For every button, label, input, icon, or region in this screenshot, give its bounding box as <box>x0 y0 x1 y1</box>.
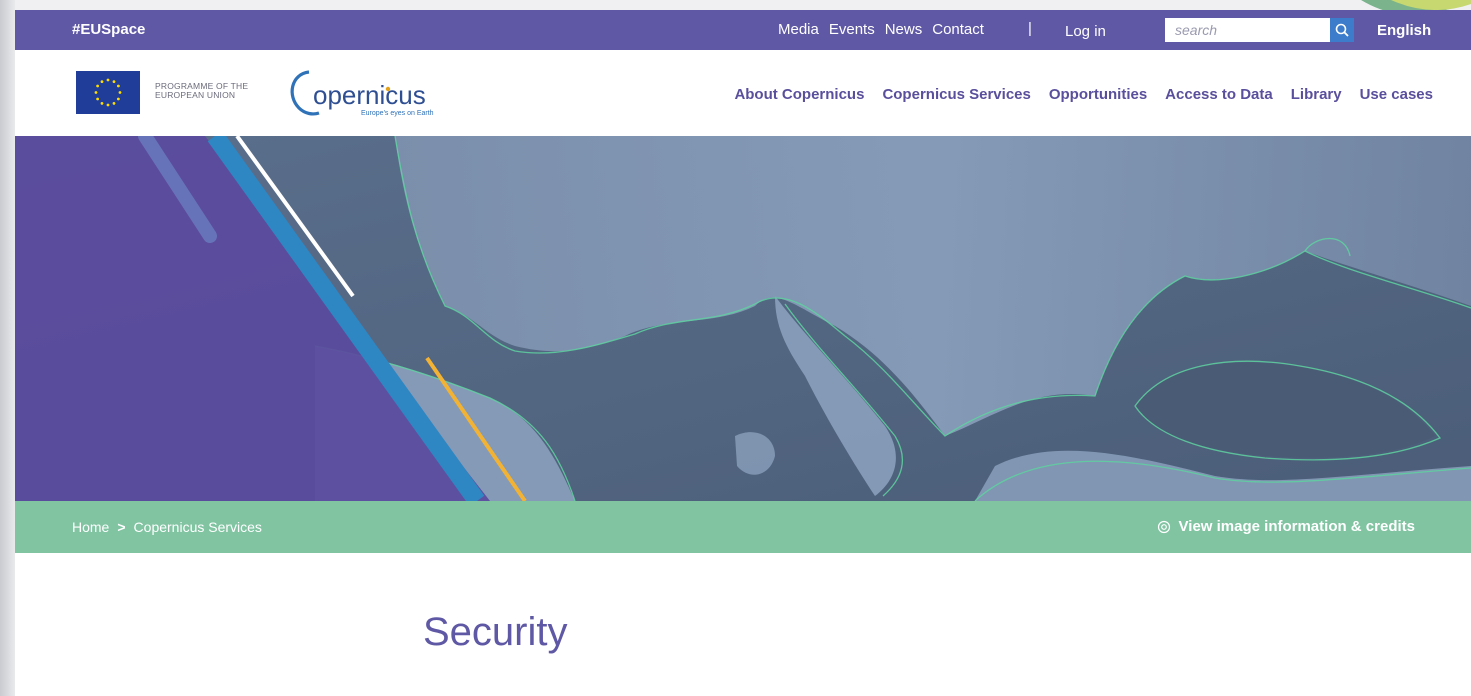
programme-label: PROGRAMME OF THE EUROPEAN UNION <box>155 82 248 100</box>
eu-flag-logo[interactable] <box>76 71 140 114</box>
nav-access-to-data[interactable]: Access to Data <box>1165 86 1273 103</box>
nav-opportunities[interactable]: Opportunities <box>1049 86 1147 103</box>
image-credits-label: View image information & credits <box>1178 518 1415 535</box>
header: PROGRAMME OF THE EUROPEAN UNION opernicu… <box>15 50 1471 136</box>
page: #EUSpace Media Events News Contact | Log… <box>15 10 1471 696</box>
search-button[interactable] <box>1330 18 1354 42</box>
nav-library[interactable]: Library <box>1291 86 1342 103</box>
breadcrumb-bar: Home > Copernicus Services View image in… <box>15 501 1471 553</box>
breadcrumb-separator: > <box>117 519 126 535</box>
window-top-edge <box>15 0 1471 10</box>
nav-about-copernicus[interactable]: About Copernicus <box>734 86 864 103</box>
eu-stars-icon <box>94 78 122 107</box>
language-selector[interactable]: English <box>1377 22 1431 39</box>
search-icon <box>1335 23 1349 37</box>
copernicus-logo[interactable]: opernicus Europe's eyes on Earth <box>285 66 435 121</box>
camera-icon <box>1157 520 1170 533</box>
logo-tagline: Europe's eyes on Earth <box>361 110 434 117</box>
euspace-hashtag-link[interactable]: #EUSpace <box>72 21 145 38</box>
contact-link[interactable]: Contact <box>932 21 984 38</box>
news-link[interactable]: News <box>885 21 923 38</box>
events-link[interactable]: Events <box>829 21 875 38</box>
utility-links: Media Events News Contact <box>778 21 984 38</box>
logo-wordmark: opernicus <box>313 80 426 110</box>
window-shadow-edge <box>0 0 15 696</box>
search-input[interactable] <box>1165 18 1330 42</box>
programme-line-2: EUROPEAN UNION <box>155 90 236 100</box>
media-link[interactable]: Media <box>778 21 819 38</box>
breadcrumb-current[interactable]: Copernicus Services <box>134 519 262 535</box>
breadcrumb-home-link[interactable]: Home <box>72 519 109 535</box>
login-link[interactable]: Log in <box>1065 23 1106 40</box>
page-title: Security <box>423 610 568 654</box>
breadcrumb: Home > Copernicus Services <box>72 519 262 535</box>
separator: | <box>1028 20 1032 37</box>
hero-satellite-image <box>15 136 1471 501</box>
image-credits-link[interactable]: View image information & credits <box>1157 518 1415 535</box>
main-navigation: About Copernicus Copernicus Services Opp… <box>734 86 1433 103</box>
nav-copernicus-services[interactable]: Copernicus Services <box>882 86 1030 103</box>
nav-use-cases[interactable]: Use cases <box>1360 86 1433 103</box>
top-bar: #EUSpace Media Events News Contact | Log… <box>15 10 1471 50</box>
